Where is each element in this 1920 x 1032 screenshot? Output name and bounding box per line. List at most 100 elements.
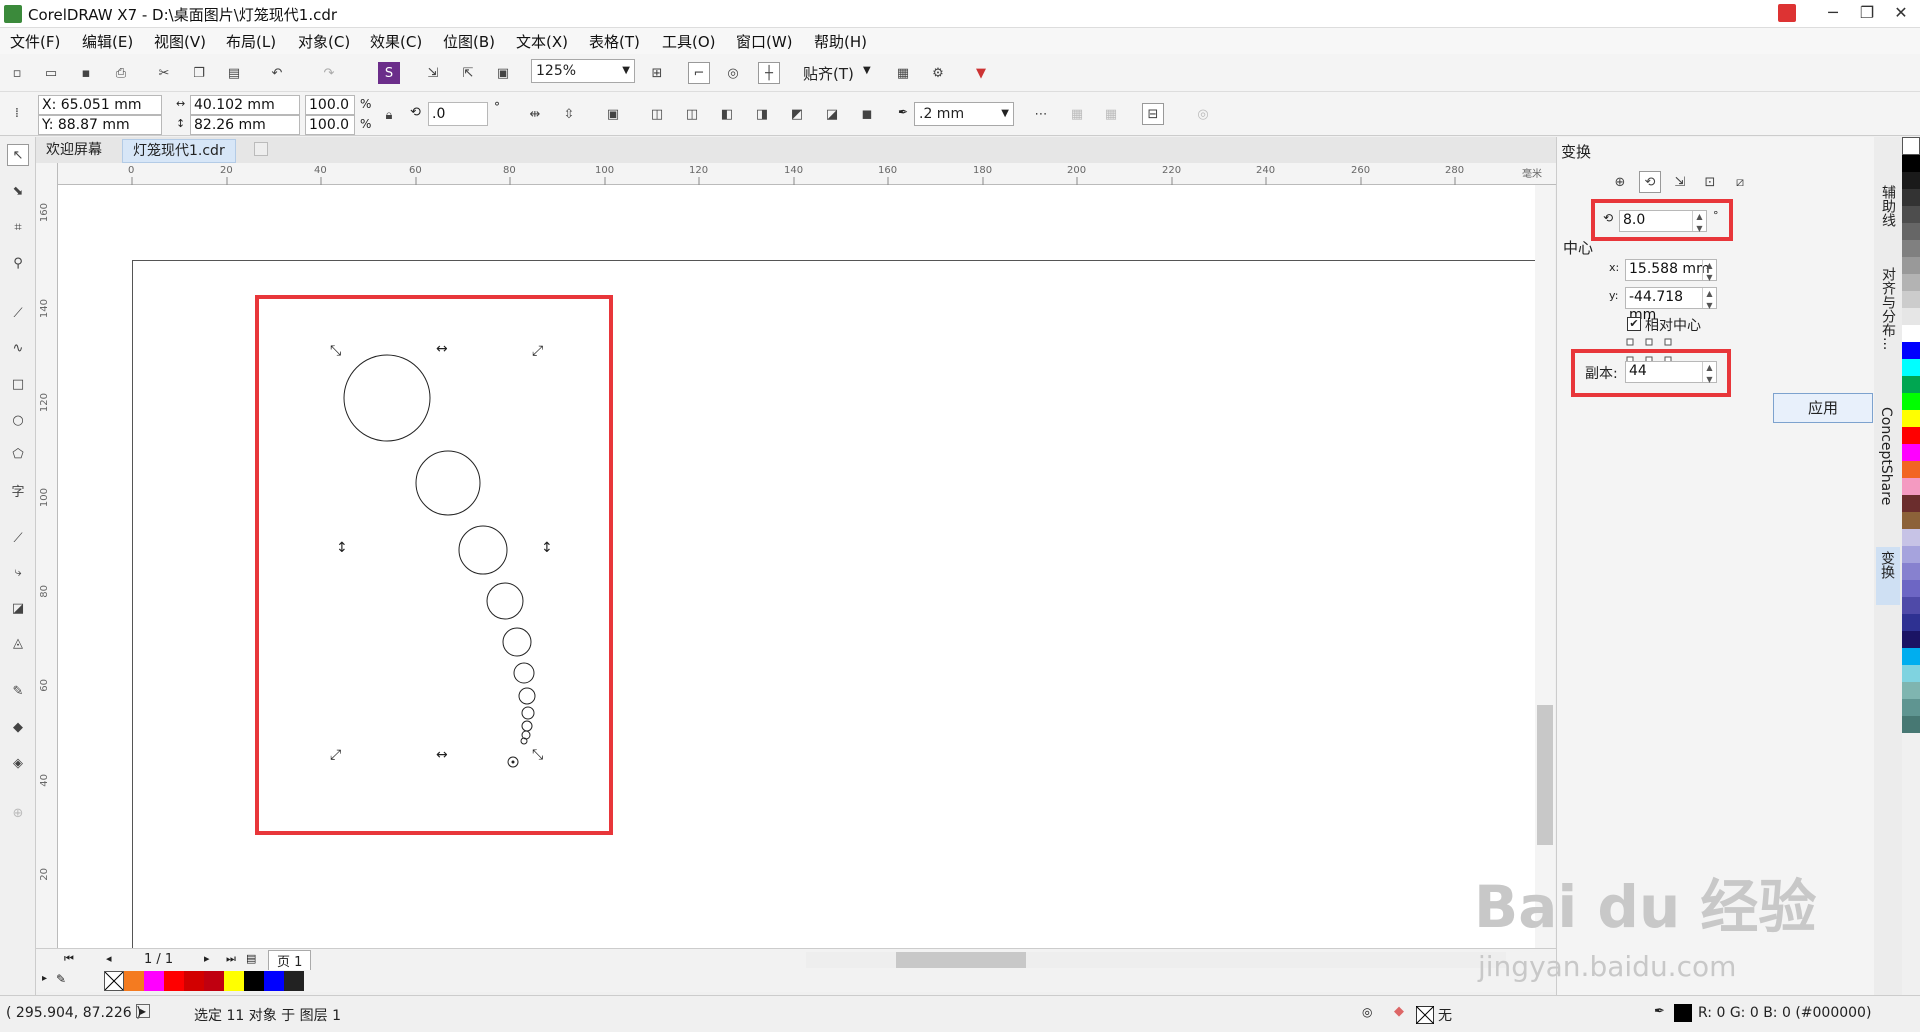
vertical-scrollbar[interactable]	[1535, 185, 1555, 955]
swatch-purple[interactable]	[1902, 563, 1920, 580]
wrap-text-icon[interactable]: ▦	[1066, 103, 1088, 125]
next-page-icon[interactable]: ▸	[204, 952, 210, 965]
outline-color-swatch[interactable]	[1674, 1004, 1692, 1022]
menu-object[interactable]: 对象(C)	[298, 31, 350, 52]
swatch-gray-10[interactable]	[1902, 308, 1920, 325]
group-icon[interactable]: ▣	[602, 103, 624, 125]
tab-guidelines[interactable]: 辅助线	[1878, 185, 1898, 227]
swatch-none[interactable]	[104, 971, 124, 991]
position-tab-icon[interactable]: ⊕	[1609, 171, 1631, 193]
search-content-icon[interactable]: S	[378, 62, 400, 84]
menu-text[interactable]: 文本(X)	[516, 31, 568, 52]
break-apart-icon[interactable]: ▦	[1100, 103, 1122, 125]
close-button[interactable]: ✕	[1878, 0, 1920, 28]
cut-icon[interactable]: ✂	[153, 62, 175, 84]
outline-width-select[interactable]: .2 mm ▼	[914, 102, 1014, 126]
transparency-tool-icon[interactable]: ◬	[7, 632, 29, 654]
swatch-gray-20[interactable]	[1902, 291, 1920, 308]
menu-window[interactable]: 窗口(W)	[736, 31, 793, 52]
tab-close-icon[interactable]	[254, 142, 268, 156]
swatch-red[interactable]	[164, 971, 184, 991]
swatch-none[interactable]	[1902, 137, 1920, 155]
position-x-field[interactable]: X: 65.051 mm	[38, 95, 162, 115]
launcher-icon[interactable]: ▼	[970, 62, 992, 84]
prev-page-icon[interactable]: ◂	[106, 952, 112, 965]
rotation-angle-field[interactable]: .0	[428, 102, 488, 126]
swatch-blue[interactable]	[264, 971, 284, 991]
chevron-down-icon[interactable]: ▼	[863, 65, 871, 76]
export-icon[interactable]: ⇱	[457, 62, 479, 84]
interactive-fill-icon[interactable]: ◆	[7, 716, 29, 738]
back-minus-front-icon[interactable]: ◪	[821, 103, 843, 125]
redo-icon[interactable]: ↷	[318, 62, 340, 84]
swatch-gray-40[interactable]	[1902, 257, 1920, 274]
polygon-tool-icon[interactable]: ⬠	[7, 443, 29, 465]
show-guidelines-icon[interactable]: ┼	[758, 62, 780, 84]
relative-center-checkbox[interactable]: ✔	[1627, 317, 1641, 331]
more-options-icon[interactable]: ◎	[1192, 103, 1214, 125]
swatch-teal-light[interactable]	[1902, 682, 1920, 699]
swatch-sky[interactable]	[1902, 648, 1920, 665]
swatch-yellow[interactable]	[1902, 410, 1920, 427]
swatch-blue[interactable]	[1902, 342, 1920, 359]
swatch-magenta[interactable]	[144, 971, 164, 991]
swatch-red[interactable]	[1902, 427, 1920, 444]
smart-fill-icon[interactable]: ◈	[7, 752, 29, 774]
horizontal-scrollbar[interactable]	[806, 952, 1506, 968]
menu-table[interactable]: 表格(T)	[589, 31, 640, 52]
page-tab-1[interactable]: 页 1	[268, 950, 312, 971]
intersect-icon[interactable]: ◧	[716, 103, 738, 125]
paste-icon[interactable]: ▤	[223, 62, 245, 84]
save-icon[interactable]: ▪	[75, 62, 97, 84]
swatch-indigo[interactable]	[1902, 597, 1920, 614]
shape-tool-icon[interactable]: ⬊	[7, 180, 29, 202]
scale-height-field[interactable]: 100.0	[305, 115, 355, 135]
swatch-dark-navy[interactable]	[1902, 631, 1920, 648]
zoom-level-select[interactable]: 125% ▼	[531, 59, 635, 83]
swatch-teal[interactable]	[1902, 699, 1920, 716]
last-page-icon[interactable]: ⏭	[226, 952, 236, 966]
menu-layout[interactable]: 布局(L)	[226, 31, 276, 52]
center-y-spinner[interactable]: ▲ ▼	[1702, 288, 1716, 310]
copies-spinner[interactable]: ▲ ▼	[1702, 362, 1716, 384]
parallel-dimension-icon[interactable]: ⟋	[7, 527, 29, 549]
show-rulers-icon[interactable]: ⌐	[688, 62, 710, 84]
tab-transform[interactable]: 变换	[1876, 547, 1900, 605]
align-distribute-icon[interactable]: ⊟	[1142, 103, 1164, 125]
swatch-crimson[interactable]	[204, 971, 224, 991]
new-icon[interactable]: ▫	[6, 62, 28, 84]
apply-button[interactable]: 应用	[1773, 393, 1873, 423]
swatch-gray-90[interactable]	[1902, 172, 1920, 189]
add-tool-icon[interactable]: ⊕	[7, 802, 29, 824]
rectangle-tool-icon[interactable]: □	[7, 373, 29, 395]
swatch-light-purple[interactable]	[1902, 546, 1920, 563]
vertical-scroll-thumb[interactable]	[1537, 705, 1553, 845]
swatch-orange[interactable]	[1902, 461, 1920, 478]
menu-view[interactable]: 视图(V)	[154, 31, 206, 52]
swatch-near-black[interactable]	[284, 971, 304, 991]
swatch-gray-30[interactable]	[1902, 274, 1920, 291]
mirror-vertical-icon[interactable]: ⇳	[558, 103, 580, 125]
swatch-gray-60[interactable]	[1902, 223, 1920, 240]
artistic-media-icon[interactable]: ∿	[7, 337, 29, 359]
rotate-tab-icon[interactable]: ⟲	[1639, 171, 1661, 193]
scale-width-field[interactable]: 100.0	[305, 95, 355, 115]
trim-icon[interactable]: ◫	[681, 103, 703, 125]
center-y-input[interactable]: -44.718 mm ▲ ▼	[1625, 287, 1717, 323]
options-icon[interactable]: ▦	[892, 62, 914, 84]
scale-mirror-tab-icon[interactable]: ⇲	[1669, 171, 1691, 193]
front-minus-back-icon[interactable]: ◩	[786, 103, 808, 125]
center-x-spinner[interactable]: ▲ ▼	[1702, 260, 1716, 282]
menu-bitmaps[interactable]: 位图(B)	[443, 31, 495, 52]
text-tool-icon[interactable]: 字	[7, 479, 29, 501]
freehand-tool-icon[interactable]: ⟋	[7, 302, 29, 324]
print-icon[interactable]: ⎙	[110, 62, 132, 84]
simplify-icon[interactable]: ◨	[751, 103, 773, 125]
rotation-angle-input[interactable]: 8.0 ▲ ▼	[1619, 210, 1707, 233]
eyedropper-tool-icon[interactable]: ✎	[7, 680, 29, 702]
swatch-gray-70[interactable]	[1902, 206, 1920, 223]
tab-align-distribute[interactable]: 对齐与分布...	[1878, 267, 1898, 350]
color-proof-icon[interactable]: ◎	[1362, 1005, 1372, 1019]
weld-icon[interactable]: ◫	[646, 103, 668, 125]
play-icon[interactable]: ▸	[136, 1004, 150, 1018]
